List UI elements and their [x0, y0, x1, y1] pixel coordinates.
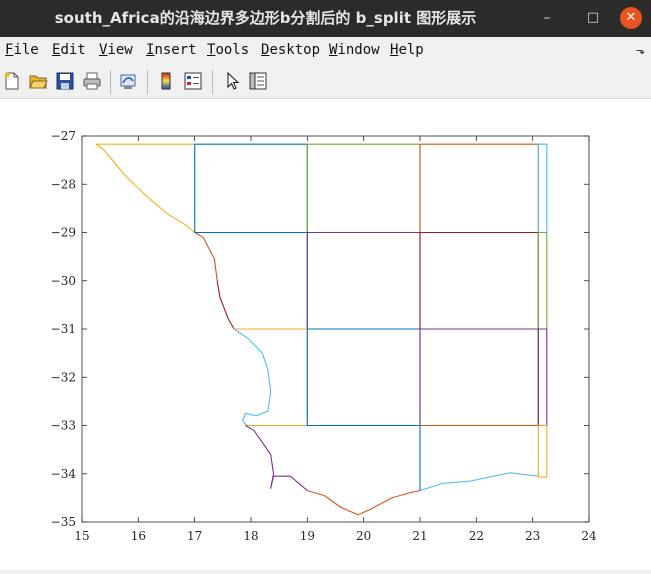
polygon-series-8 — [306, 231, 421, 330]
figure-canvas: 15 16 17 18 19 20 21 22 23 24 −27 −28 −29 −30 −31 −32 −… — [0, 99, 651, 570]
x-tick-label: 21 — [412, 529, 427, 543]
insert-colorbar-icon[interactable] — [156, 71, 176, 91]
polygon-series-10 — [537, 231, 548, 330]
polygon-series-17 — [307, 490, 421, 516]
polygon-series-7 — [194, 231, 308, 330]
menu-insert[interactable]: Insert — [146, 42, 197, 58]
polygon-series-9 — [419, 231, 539, 330]
y-tick-label: −27 — [51, 129, 76, 143]
y-tick-label: −30 — [51, 274, 76, 288]
polygon-series-2 — [306, 143, 421, 234]
menu-view[interactable]: View — [99, 42, 133, 58]
x-tick-label: 17 — [187, 529, 202, 543]
y-tick-label: −29 — [51, 226, 76, 240]
close-icon[interactable]: ✕ — [620, 7, 642, 29]
y-tick-label: −32 — [51, 370, 76, 384]
menu-desktop[interactable]: Desktop — [261, 42, 320, 58]
open-file-icon[interactable] — [28, 71, 48, 91]
polygon-series-6 — [216, 280, 235, 330]
polygon-series-12 — [234, 328, 308, 427]
x-tick-label: 23 — [525, 529, 540, 543]
y-tick-label: −34 — [51, 467, 77, 481]
polygon-series-3 — [419, 143, 539, 234]
polygon-series-13 — [306, 328, 421, 427]
toolbar-separator — [110, 70, 111, 94]
x-tick-label: 18 — [243, 529, 258, 543]
polygon-series-14 — [419, 328, 539, 427]
menu-overflow-icon[interactable]: ⬎ — [636, 44, 645, 57]
menu-file[interactable]: File — [5, 42, 39, 58]
menu-edit[interactable]: Edit — [52, 42, 86, 58]
edit-plot-arrow-icon[interactable] — [222, 71, 242, 91]
window-title: south_Africa的沿海边界多边形b分割后的 b_split 图形展示 — [54, 9, 477, 27]
maximize-icon[interactable]: □ — [582, 7, 604, 29]
save-icon[interactable] — [55, 71, 75, 91]
menu-help[interactable]: Help — [390, 42, 424, 58]
property-editor-icon[interactable] — [248, 71, 268, 91]
print-icon[interactable] — [82, 71, 102, 91]
polygon-series-0 — [95, 143, 196, 233]
x-tick-label: 16 — [131, 529, 146, 543]
menu-window[interactable]: Window — [329, 42, 380, 58]
polygon-series-18 — [307, 424, 421, 491]
window-titlebar[interactable]: south_Africa的沿海边界多边形b分割后的 b_split 图形展示 –… — [0, 0, 651, 37]
polygon-series-4 — [537, 143, 548, 234]
toolbar-separator — [147, 70, 148, 94]
new-figure-icon[interactable] — [2, 71, 22, 91]
y-tick-label: −35 — [51, 515, 76, 529]
plot-area[interactable]: 15 16 17 18 19 20 21 22 23 24 −27 −28 −29 −30 −31 −32 −… — [0, 99, 651, 570]
x-tick-label: 22 — [469, 529, 484, 543]
minimize-icon[interactable]: – — [536, 7, 558, 29]
x-tick-label: 20 — [356, 529, 371, 543]
figure-toolbar — [0, 64, 651, 99]
polygon-series-16 — [245, 425, 308, 492]
y-tick-label: −31 — [51, 322, 76, 336]
menu-tools[interactable]: Tools — [207, 42, 249, 58]
polygon-series-21 — [537, 424, 548, 478]
toolbar-separator — [212, 70, 213, 94]
polygon-series-11 — [233, 328, 272, 426]
polygon-series-1 — [194, 143, 308, 234]
x-tick-label: 19 — [300, 529, 315, 543]
link-plot-icon[interactable] — [118, 71, 138, 91]
menu-bar: File Edit View Insert Tools Desktop Wind… — [0, 37, 651, 64]
polygon-series-15 — [537, 328, 548, 427]
polygon-series-5 — [194, 232, 218, 281]
insert-legend-icon[interactable] — [183, 71, 203, 91]
polygon-series-19 — [419, 472, 539, 492]
x-tick-label: 15 — [74, 529, 89, 543]
y-tick-label: −28 — [51, 177, 76, 191]
y-tick-label: −33 — [51, 419, 76, 433]
x-tick-label: 24 — [581, 529, 597, 543]
